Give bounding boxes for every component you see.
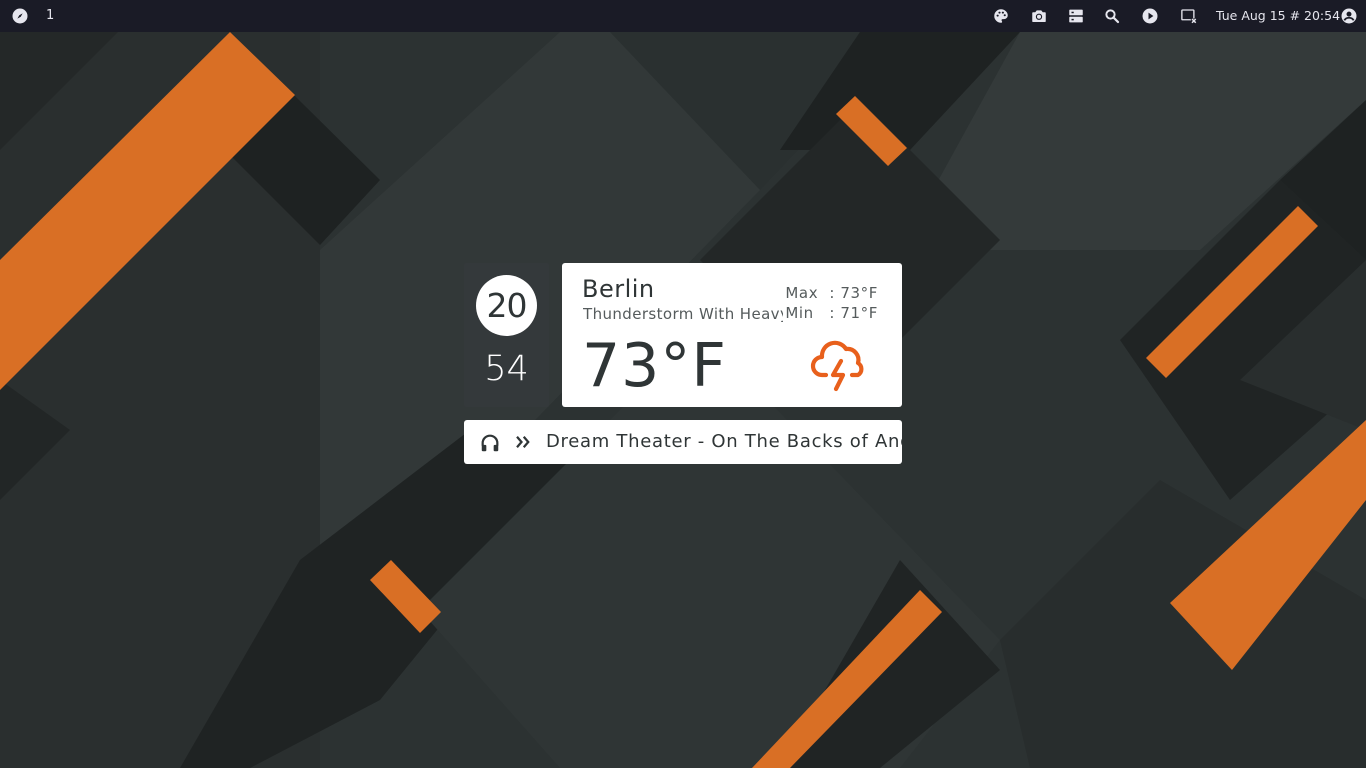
- thunderstorm-cloud-icon: [810, 340, 864, 392]
- weather-min: Min : 71°F: [785, 304, 878, 322]
- clock-widget: 20 54: [464, 263, 549, 407]
- headphones-icon: [481, 434, 499, 452]
- play-circle-icon[interactable]: [1141, 7, 1159, 25]
- weather-condition: Thunderstorm With Heavy: [583, 305, 783, 323]
- topbar-clock[interactable]: Tue Aug 15 # 20:54: [1216, 7, 1340, 25]
- weather-widget: Berlin Thunderstorm With Heavy Max : 73°F…: [562, 263, 902, 407]
- music-widget: Dream Theater - On The Backs of Angels: [464, 420, 902, 464]
- camera-icon[interactable]: [1030, 7, 1048, 25]
- workspace-indicator[interactable]: 1: [46, 7, 54, 25]
- server-icon[interactable]: [1067, 7, 1085, 25]
- chevrons-right-icon: [516, 436, 530, 448]
- weather-temperature: 73°F: [582, 331, 727, 401]
- weather-city: Berlin: [582, 275, 655, 303]
- account-icon[interactable]: [1340, 7, 1358, 25]
- clock-hour: 20: [476, 275, 537, 336]
- clock-minute: 54: [484, 349, 529, 389]
- compass-icon[interactable]: [11, 7, 29, 25]
- palette-icon[interactable]: [992, 7, 1010, 25]
- screen-close-icon[interactable]: [1180, 7, 1198, 25]
- top-bar: 1 Tue Aug 15 # 20:54: [0, 0, 1366, 32]
- weather-min-value: : 71°F: [829, 304, 878, 322]
- search-icon[interactable]: [1103, 7, 1121, 25]
- weather-min-label: Min: [785, 304, 814, 322]
- weather-max-label: Max: [785, 284, 819, 302]
- weather-max: Max : 73°F: [785, 284, 878, 302]
- desktop: 1 Tue Aug 15 # 20:54 20 54 Berlin Thunde: [0, 0, 1366, 768]
- weather-max-value: : 73°F: [829, 284, 878, 302]
- now-playing-track: Dream Theater - On The Backs of Angels: [546, 431, 902, 452]
